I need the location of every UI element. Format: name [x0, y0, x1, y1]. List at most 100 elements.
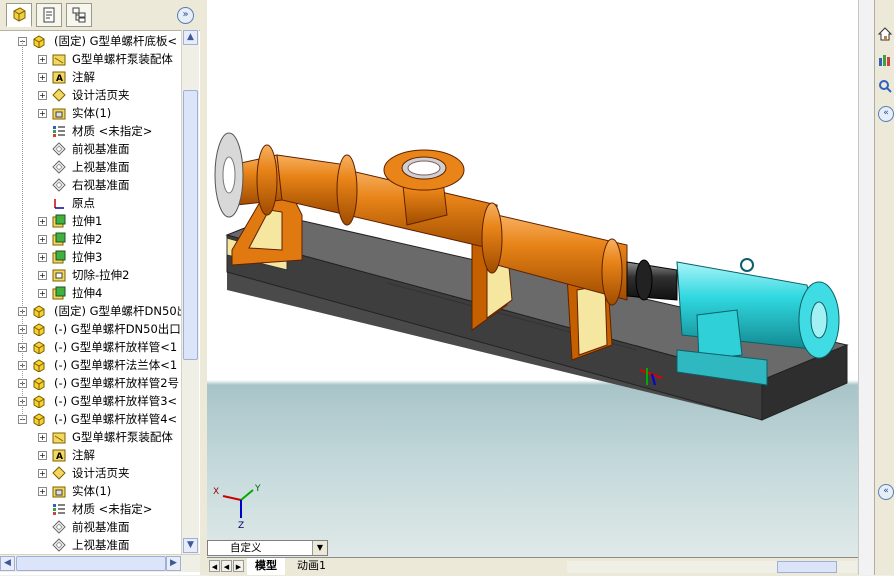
tree-item[interactable]: + (-) G型单螺杆法兰体<1 [0, 356, 181, 374]
expand-node-icon[interactable]: + [38, 217, 47, 226]
inlet-flange[interactable] [256, 144, 278, 216]
first-tab-icon[interactable]: ◀ [209, 560, 220, 572]
scroll-right-icon[interactable]: ▶ [166, 556, 181, 571]
viewport-horizontal-scrollbar[interactable] [567, 561, 857, 573]
tree-item[interactable]: + G型单螺杆泵装配体 [0, 50, 181, 68]
file-explorer-icon[interactable] [877, 78, 893, 94]
tree-item[interactable]: 前视基准面 [0, 518, 181, 536]
view-orientation-select[interactable]: 自定义 ▼ [207, 540, 328, 556]
tree-item[interactable]: + (-) G型单螺杆放样管3< [0, 392, 181, 410]
graphics-area[interactable]: X Y Z [207, 0, 858, 557]
tree-item-label: (-) G型单螺杆DN50出口 [54, 322, 181, 336]
tree-item-label: G型单螺杆泵装配体 [72, 52, 173, 66]
property-manager-tab[interactable] [36, 3, 62, 27]
tree-item[interactable]: + 设计活页夹 [0, 464, 181, 482]
tree-item[interactable]: 上视基准面 [0, 536, 181, 554]
tree-item[interactable]: + 拉伸2 [0, 230, 181, 248]
viewport-vertical-scrollbar[interactable] [858, 0, 875, 575]
tab-model[interactable]: 模型 [247, 558, 285, 575]
expand-node-icon[interactable]: + [38, 235, 47, 244]
lifting-eye [740, 258, 754, 272]
coupling-flange[interactable] [336, 154, 358, 226]
plane-icon [52, 538, 66, 552]
scroll-down-icon[interactable]: ▼ [183, 538, 198, 553]
tree-item[interactable]: − (-) G型单螺杆放样管4< [0, 410, 181, 428]
feature-tree-icon [13, 7, 26, 22]
tree-item-label: (-) G型单螺杆放样管<1 [54, 340, 178, 354]
expand-node-icon[interactable]: + [38, 289, 47, 298]
material-icon [53, 126, 65, 137]
expand-node-icon[interactable]: + [38, 451, 47, 460]
expand-task-pane-icon[interactable]: « [878, 484, 894, 500]
svg-text:A: A [56, 452, 63, 462]
expand-node-icon[interactable]: + [38, 91, 47, 100]
scroll-up-icon[interactable]: ▲ [183, 30, 198, 45]
tree-item[interactable]: + (-) G型单螺杆DN50出口 [0, 320, 181, 338]
expand-node-icon[interactable]: + [38, 487, 47, 496]
plane-icon [52, 142, 66, 156]
tree-item[interactable]: 材质 <未指定> [0, 500, 181, 518]
tree-item[interactable]: 原点 [0, 194, 181, 212]
tree-item[interactable]: + (固定) G型单螺杆DN50出 [0, 302, 181, 320]
tree-item[interactable]: + A 注解 [0, 446, 181, 464]
tree-item[interactable]: + (-) G型单螺杆放样管2号 [0, 374, 181, 392]
tree-horizontal-scrollbar[interactable]: ◀ ▶ [0, 554, 200, 572]
drive-shaft[interactable] [626, 259, 678, 301]
design-library-icon[interactable] [877, 52, 893, 68]
panel-splitter[interactable] [200, 0, 207, 575]
next-tab-icon[interactable]: ▶ [233, 560, 244, 572]
tree-item[interactable]: 材质 <未指定> [0, 122, 181, 140]
chevron-down-icon[interactable]: ▼ [312, 541, 327, 555]
material-icon [53, 504, 65, 515]
tree-item[interactable]: + 拉伸1 [0, 212, 181, 230]
scroll-left-icon[interactable]: ◀ [0, 556, 15, 571]
tree-item-label: 拉伸3 [72, 250, 103, 264]
tree-scroll-thumb[interactable] [183, 90, 198, 360]
tab-animation[interactable]: 动画1 [289, 558, 334, 575]
tree-item-label: 拉伸2 [72, 232, 103, 246]
part-icon [33, 395, 45, 408]
expand-task-pane-icon[interactable]: « [878, 106, 894, 122]
solid-body-folder-icon [52, 108, 66, 120]
feature-manager-tab[interactable] [6, 3, 32, 27]
tree-item[interactable]: + 切除-拉伸2 [0, 266, 181, 284]
tree-vertical-scrollbar[interactable]: ▲ ▼ [181, 30, 199, 554]
part-icon [33, 341, 45, 354]
viewport-hscroll-thumb[interactable] [777, 561, 837, 573]
tree-item[interactable]: + 实体(1) [0, 482, 181, 500]
tree-item[interactable]: + 拉伸3 [0, 248, 181, 266]
annotation-icon: A [52, 71, 66, 84]
assembly-folder-icon [52, 432, 66, 444]
tree-item[interactable]: 右视基准面 [0, 176, 181, 194]
expand-node-icon[interactable]: + [38, 253, 47, 262]
tree-item[interactable]: + A 注解 [0, 68, 181, 86]
triad-z-label: Z [238, 521, 244, 531]
tree-item-label: (-) G型单螺杆放样管2号 [54, 376, 180, 390]
reference-triad: X Y Z [213, 484, 261, 531]
collapse-panel-icon[interactable]: » [177, 7, 194, 24]
cut-extrude-icon [52, 269, 66, 282]
tree-item[interactable]: 上视基准面 [0, 158, 181, 176]
tree-item[interactable]: − (固定) G型单螺杆底板< [0, 32, 181, 50]
tree-item[interactable]: + 实体(1) [0, 104, 181, 122]
tree-item[interactable]: + (-) G型单螺杆放样管<1 [0, 338, 181, 356]
tree-item-label: 前视基准面 [72, 520, 130, 534]
expand-node-icon[interactable]: + [38, 433, 47, 442]
expand-node-icon[interactable]: + [38, 271, 47, 280]
tree-item[interactable]: 前视基准面 [0, 140, 181, 158]
home-icon[interactable] [877, 26, 893, 42]
expand-node-icon[interactable]: + [38, 73, 47, 82]
tree-hscroll-thumb[interactable] [16, 556, 166, 571]
expand-node-icon[interactable]: + [38, 55, 47, 64]
pump-assembly-model[interactable] [207, 0, 858, 557]
expand-node-icon[interactable]: + [38, 469, 47, 478]
prev-tab-icon[interactable]: ◀ [221, 560, 232, 572]
tree-item-label: (固定) G型单螺杆DN50出 [54, 304, 181, 318]
tree-item[interactable]: + 设计活页夹 [0, 86, 181, 104]
tree-item[interactable]: + G型单螺杆泵装配体 [0, 428, 181, 446]
configuration-manager-tab[interactable] [66, 3, 92, 27]
tree-item[interactable]: + 拉伸4 [0, 284, 181, 302]
svg-text:A: A [56, 74, 63, 84]
annotation-icon: A [52, 449, 66, 462]
expand-node-icon[interactable]: + [38, 109, 47, 118]
